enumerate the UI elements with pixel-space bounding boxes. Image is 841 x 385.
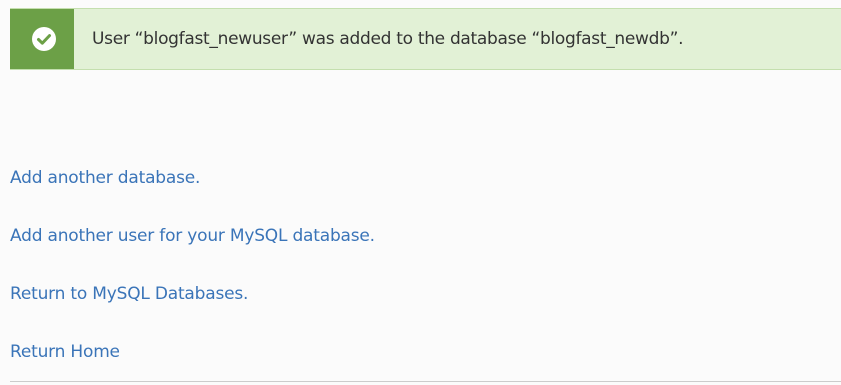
alert-message: User “blogfast_newuser” was added to the…: [92, 29, 684, 49]
success-alert: User “blogfast_newuser” was added to the…: [10, 8, 841, 70]
add-another-user-link[interactable]: Add another user for your MySQL database…: [10, 226, 375, 246]
bottom-divider: [10, 381, 841, 382]
return-home-link[interactable]: Return Home: [10, 342, 120, 362]
return-to-mysql-databases-link[interactable]: Return to MySQL Databases.: [10, 284, 248, 304]
check-circle-icon: [32, 27, 56, 51]
add-another-database-link[interactable]: Add another database.: [10, 168, 200, 188]
alert-status-bar: [10, 9, 74, 69]
